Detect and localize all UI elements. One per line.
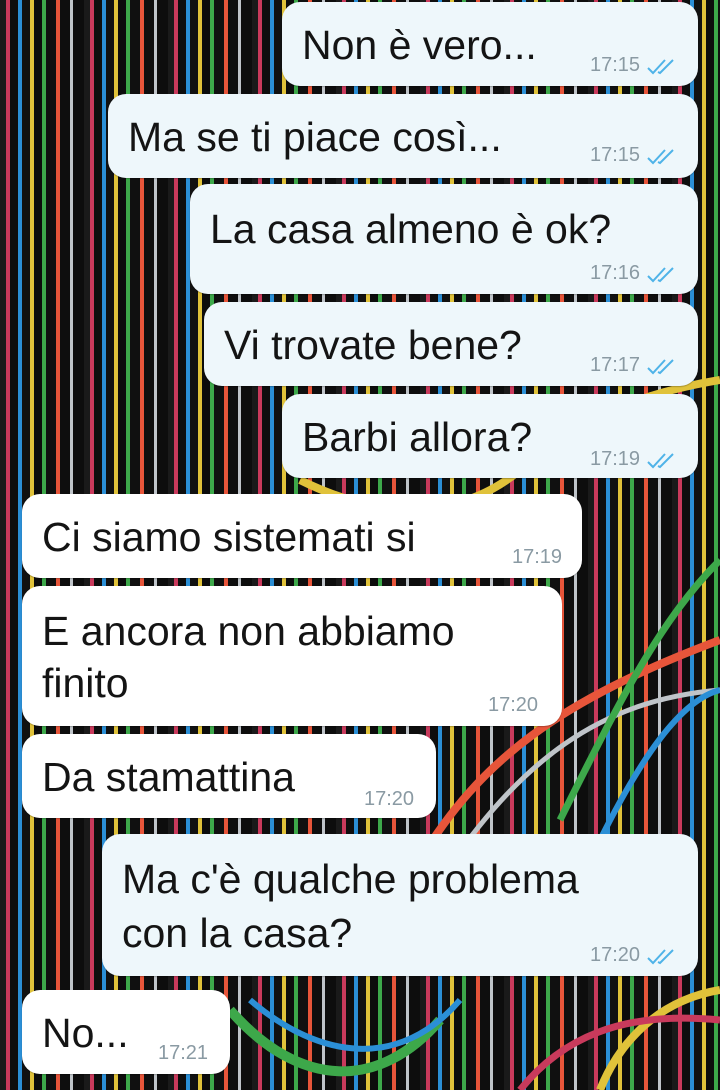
double-check-read-icon (647, 58, 674, 74)
message-time: 17:17 (590, 354, 641, 376)
message-time: 17:19 (512, 546, 563, 568)
message-time: 17:20 (488, 694, 539, 716)
message-text-line: Ma c'è qualche problema (122, 856, 579, 902)
message-text: Ma se ti piace così... (128, 114, 502, 160)
double-check-read-icon (647, 148, 674, 164)
message-time: 17:20 (364, 788, 415, 810)
message-meta: 17:20 (590, 944, 680, 967)
message-meta: 17:19 (512, 546, 562, 569)
outgoing-message[interactable]: Ma se ti piace così... 17:15 (108, 94, 698, 178)
message-text-line: E ancora non abbiamo (42, 608, 455, 654)
outgoing-message[interactable]: Non è vero... 17:15 (282, 2, 698, 86)
message-meta: 17:17 (590, 354, 680, 377)
message-time: 17:15 (590, 54, 641, 76)
message-text-line: con la casa? (122, 910, 353, 956)
message-meta: 17:15 (590, 54, 680, 77)
incoming-message[interactable]: Da stamattina 17:20 (22, 734, 436, 818)
message-meta: 17:21 (158, 1042, 208, 1065)
double-check-read-icon (647, 948, 674, 964)
message-text: Ci siamo sistemati si (42, 514, 416, 560)
message-meta: 17:20 (488, 694, 538, 717)
message-meta: 17:15 (590, 144, 680, 167)
message-time: 17:20 (590, 944, 641, 966)
message-meta: 17:19 (590, 448, 680, 471)
incoming-message[interactable]: Ci siamo sistemati si 17:19 (22, 494, 582, 578)
outgoing-message[interactable]: Vi trovate bene? 17:17 (204, 302, 698, 386)
message-text: Da stamattina (42, 754, 295, 800)
double-check-read-icon (647, 266, 674, 282)
incoming-message[interactable]: E ancora non abbiamo finito 17:20 (22, 586, 562, 726)
incoming-message[interactable]: No... 17:21 (22, 990, 230, 1074)
double-check-read-icon (647, 358, 674, 374)
message-list[interactable]: Non è vero... 17:15 Ma se ti piace così.… (0, 0, 720, 1090)
message-text: La casa almeno è ok? (210, 206, 612, 252)
message-text: Barbi allora? (302, 414, 533, 460)
outgoing-message[interactable]: Barbi allora? 17:19 (282, 394, 698, 478)
message-time: 17:19 (590, 448, 641, 470)
message-meta: 17:20 (364, 788, 414, 811)
message-time: 17:16 (590, 262, 641, 284)
message-text-line: finito (42, 660, 129, 706)
outgoing-message[interactable]: Ma c'è qualche problema con la casa? 17:… (102, 834, 698, 976)
message-meta: 17:16 (590, 262, 680, 285)
outgoing-message[interactable]: La casa almeno è ok? 17:16 (190, 184, 698, 294)
message-time: 17:21 (158, 1042, 209, 1064)
message-time: 17:15 (590, 144, 641, 166)
message-text: Non è vero... (302, 22, 537, 68)
message-text: No... (42, 1010, 129, 1056)
double-check-read-icon (647, 452, 674, 468)
message-text: Vi trovate bene? (224, 322, 522, 368)
